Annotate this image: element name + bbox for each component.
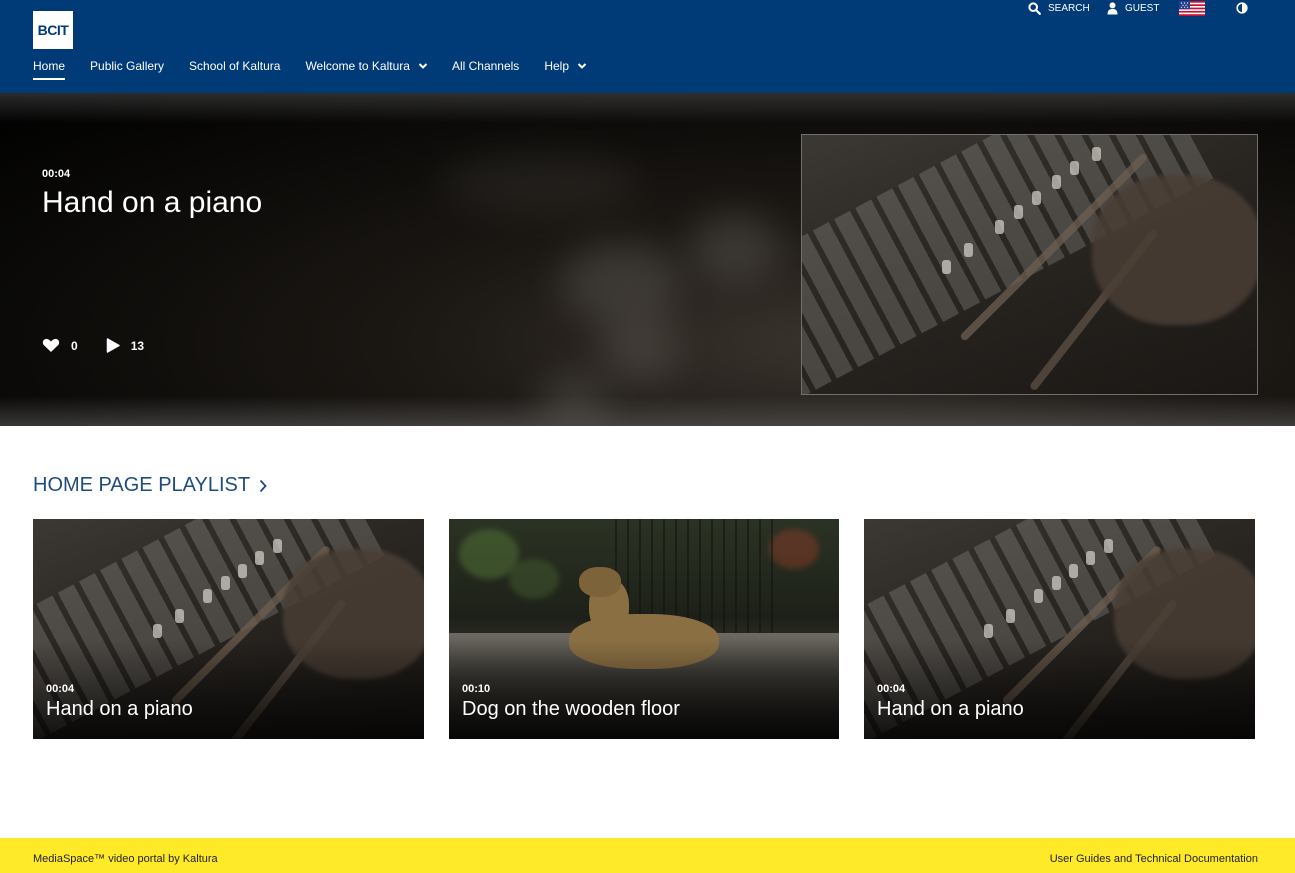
heart-icon — [42, 338, 60, 352]
bcit-logo[interactable]: BCIT — [33, 11, 73, 49]
nav-public-gallery-label: Public Gallery — [90, 59, 165, 73]
nav-home[interactable]: Home — [33, 58, 66, 80]
plays-stat: 13 — [106, 338, 144, 353]
nav-all-channels-label: All Channels — [451, 59, 520, 73]
user-label: GUEST — [1125, 2, 1160, 14]
card-title[interactable]: Dog on the wooden floor — [462, 698, 680, 721]
nav-help[interactable]: Help — [544, 58, 587, 74]
nav-school-of-kaltura-label: School of Kaltura — [189, 59, 281, 73]
nav-welcome-to-kaltura-label: Welcome to Kaltura — [305, 59, 410, 73]
nav-school-of-kaltura[interactable]: School of Kaltura — [189, 58, 280, 74]
playlist-card[interactable]: 00:10 Dog on the wooden floor — [449, 519, 839, 739]
contrast-icon[interactable] — [1236, 2, 1248, 14]
user-icon — [1107, 1, 1118, 14]
user-menu-button[interactable]: GUEST — [1107, 0, 1159, 16]
plays-count: 13 — [130, 338, 145, 353]
nav-welcome-to-kaltura[interactable]: Welcome to Kaltura — [305, 58, 428, 74]
search-label: SEARCH — [1048, 2, 1090, 14]
nav-all-channels[interactable]: All Channels — [452, 58, 519, 74]
site-header: BCIT Home Public Gallery School of Kaltu… — [0, 0, 1295, 93]
piano-thumbnail-image — [802, 135, 1257, 394]
search-icon — [1028, 1, 1041, 15]
hero-title[interactable]: Hand on a piano — [42, 186, 262, 220]
card-title[interactable]: Hand on a piano — [46, 698, 193, 721]
hero-duration: 00:04 — [42, 168, 71, 180]
playlist-card[interactable]: 00:04 Hand on a piano — [33, 519, 424, 739]
hero-featured-media[interactable]: 00:04 Hand on a piano 0 13 — [0, 93, 1295, 426]
card-title[interactable]: Hand on a piano — [877, 698, 1024, 721]
nav-help-label: Help — [544, 59, 569, 73]
card-duration: 00:04 — [877, 683, 906, 695]
chevron-right-icon — [259, 479, 267, 492]
card-duration: 00:04 — [46, 683, 75, 695]
play-icon — [106, 338, 120, 353]
footer-docs-link[interactable]: User Guides and Technical Documentation — [1050, 853, 1258, 865]
hero-thumbnail[interactable] — [801, 134, 1258, 395]
chevron-down-icon[interactable] — [418, 61, 428, 71]
us-flag-icon[interactable] — [1179, 1, 1205, 16]
footer-credit: MediaSpace™ video portal by Kaltura — [33, 853, 218, 865]
hero-stats: 0 13 — [42, 338, 172, 353]
card-duration: 00:10 — [462, 683, 491, 695]
playlist-card[interactable]: 00:04 Hand on a piano — [864, 519, 1255, 739]
playlist-title: HOME PAGE PLAYLIST — [33, 474, 251, 496]
main-nav: Home Public Gallery School of Kaltura We… — [33, 58, 611, 80]
playlist-title-link[interactable]: HOME PAGE PLAYLIST — [33, 474, 267, 497]
logo-text: BCIT — [37, 22, 69, 38]
site-footer: MediaSpace™ video portal by Kaltura User… — [0, 838, 1295, 873]
likes-count: 0 — [71, 338, 78, 353]
nav-public-gallery[interactable]: Public Gallery — [90, 58, 164, 74]
nav-home-label: Home — [33, 59, 66, 73]
chevron-down-icon[interactable] — [577, 61, 587, 71]
search-button[interactable]: SEARCH — [1028, 0, 1090, 16]
likes-stat: 0 — [42, 338, 78, 353]
